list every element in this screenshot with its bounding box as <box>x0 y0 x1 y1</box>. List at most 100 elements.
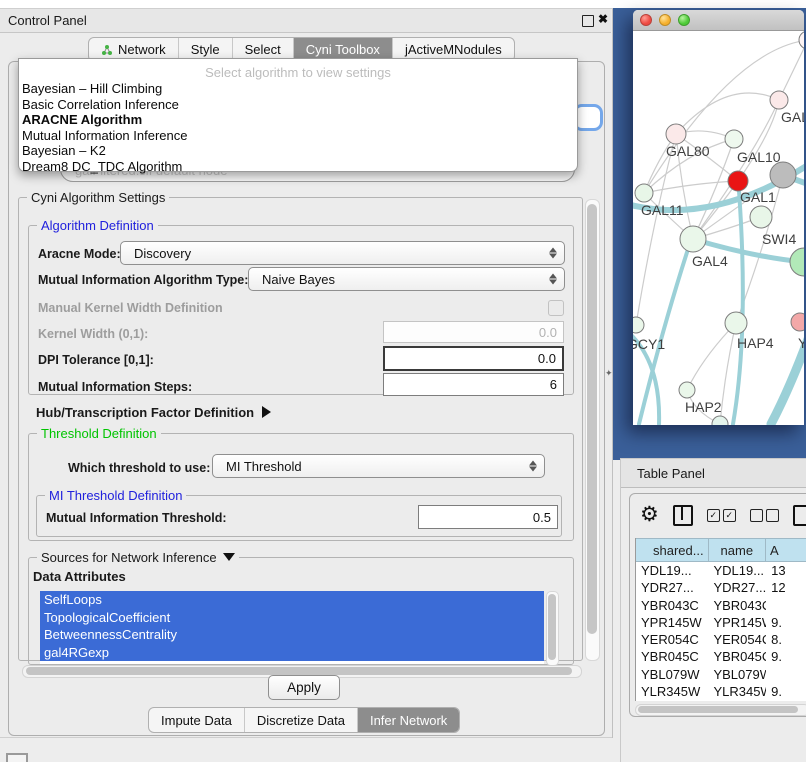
dropdown-item[interactable]: ARACNE Algorithm <box>19 112 577 128</box>
bottom-tab-infer-network[interactable]: Infer Network <box>358 708 459 732</box>
bottom-tab-discretize-data[interactable]: Discretize Data <box>245 708 358 732</box>
settings-vscroll-thumb[interactable] <box>587 204 597 634</box>
hub-definition-toggle[interactable]: Hub/Transcription Factor Definition <box>36 405 271 420</box>
float-window-icon[interactable] <box>582 15 594 27</box>
table-row[interactable]: YBL079WYBL079W <box>636 666 806 683</box>
table-row[interactable]: YER054CYER054C8. <box>636 631 806 648</box>
table-cell[interactable]: YLR345W <box>636 683 708 700</box>
node-pink-top[interactable] <box>770 91 788 109</box>
dropdown-item[interactable]: Basic Correlation Inference <box>19 97 577 113</box>
attributes-scroll-thumb[interactable] <box>548 594 556 660</box>
table-cell[interactable]: 9. <box>766 683 806 700</box>
node-big-green[interactable] <box>790 248 804 276</box>
settings-hscroll-thumb[interactable] <box>26 667 572 675</box>
network-window-titlebar[interactable] <box>633 10 804 31</box>
attributes-scrollbar[interactable] <box>546 591 559 666</box>
table-cell[interactable]: YIL052C <box>708 700 766 701</box>
gear-icon[interactable]: ⚙︎ <box>640 505 659 525</box>
data-attributes-list[interactable]: SelfLoopsTopologicalCoefficientBetweenne… <box>40 591 544 664</box>
bottom-tab-impute-data[interactable]: Impute Data <box>149 708 245 732</box>
mi-steps-field[interactable]: 6 <box>383 373 564 396</box>
table-hscroll-thumb[interactable] <box>638 706 798 713</box>
node-pink-y[interactable] <box>791 313 804 331</box>
table-cell[interactable]: YIL052C <box>636 700 708 701</box>
table-cell[interactable]: 12 <box>766 579 806 596</box>
node-gcy1[interactable] <box>633 317 644 333</box>
table-row[interactable]: YBR045CYBR045C9. <box>636 648 806 665</box>
node-red[interactable] <box>728 171 748 191</box>
mi-threshold-field[interactable]: 0.5 <box>418 505 558 529</box>
table-cell[interactable]: YDR27... <box>636 579 708 596</box>
network-edge[interactable] <box>644 181 738 193</box>
table-row[interactable]: YIL052CYIL052C9 <box>636 700 806 701</box>
table-row[interactable]: YDR27...YDR27...12 <box>636 579 806 596</box>
select-all-icon[interactable]: ✓✓ <box>707 509 736 522</box>
deselect-all-icon[interactable] <box>750 509 779 522</box>
settings-vertical-scrollbar[interactable] <box>585 199 600 661</box>
table-cell[interactable]: YBR045C <box>636 648 708 665</box>
which-threshold-combo[interactable]: MI Threshold <box>212 454 545 478</box>
network-edge[interactable] <box>636 134 676 325</box>
table-header-cell[interactable]: name <box>709 538 766 562</box>
close-icon[interactable]: ✖ <box>598 12 608 26</box>
table-cell[interactable]: YPR145W <box>636 614 708 631</box>
node-hap2[interactable] <box>679 382 695 398</box>
node-gal80[interactable] <box>666 124 686 144</box>
table-cell[interactable]: YBR043C <box>708 597 766 614</box>
table-cell[interactable]: YDL19... <box>708 562 766 579</box>
mi-type-combo[interactable]: Naive Bayes <box>248 267 565 291</box>
node-bottom[interactable] <box>712 416 728 425</box>
dropdown-item[interactable]: Dream8 DC_TDC Algorithm <box>19 159 577 175</box>
table-header-cell[interactable]: A <box>766 538 806 562</box>
node-gal10[interactable] <box>725 130 743 148</box>
minimized-panel-icon[interactable] <box>6 753 28 762</box>
network-edge[interactable] <box>676 93 779 134</box>
page-icon[interactable] <box>793 505 806 526</box>
table-cell[interactable]: YER054C <box>708 631 766 648</box>
close-traffic-light-icon[interactable] <box>640 14 652 26</box>
sources-title[interactable]: Sources for Network Inference <box>37 550 239 565</box>
table-cell[interactable]: 9. <box>766 648 806 665</box>
network-edge[interactable] <box>779 40 804 100</box>
node-hap4[interactable] <box>725 312 747 334</box>
attribute-list-item[interactable]: BetweennessCentrality <box>40 626 544 644</box>
table-cell[interactable]: YER054C <box>636 631 708 648</box>
network-window[interactable]: GAL80GAL10GALGAL1GAL11SWI4GAL4GCY1HAP4YH… <box>633 10 804 425</box>
attribute-list-item[interactable]: SelfLoops <box>40 591 544 609</box>
table-cell[interactable]: YBL079W <box>636 666 708 683</box>
table-cell[interactable]: YDR27... <box>708 579 766 596</box>
node-gray[interactable] <box>770 162 796 188</box>
control-panel-titlebar[interactable]: Control Panel ✖ <box>0 9 611 33</box>
attribute-list-item[interactable]: gal4RGexp <box>40 644 544 662</box>
node-top-right[interactable] <box>799 31 804 49</box>
table-cell[interactable]: YLR345W <box>708 683 766 700</box>
table-cell[interactable]: 9. <box>766 614 806 631</box>
kernel-width-field[interactable]: 0.0 <box>383 321 564 343</box>
node-gal11[interactable] <box>635 184 653 202</box>
table-horizontal-scrollbar[interactable] <box>635 704 806 716</box>
table-row[interactable]: YPR145WYPR145W9. <box>636 614 806 631</box>
network-canvas[interactable]: GAL80GAL10GALGAL1GAL11SWI4GAL4GCY1HAP4YH… <box>633 31 804 425</box>
table-cell[interactable]: 8. <box>766 631 806 648</box>
table-row[interactable]: YDL19...YDL19...13 <box>636 562 806 579</box>
dpi-tolerance-field[interactable]: 0.0 <box>383 346 564 371</box>
table-cell[interactable]: YBL079W <box>708 666 766 683</box>
manual-kernel-checkbox[interactable] <box>548 300 564 316</box>
zoom-traffic-light-icon[interactable] <box>678 14 690 26</box>
columns-icon[interactable] <box>673 505 693 526</box>
minimize-traffic-light-icon[interactable] <box>659 14 671 26</box>
table-cell[interactable] <box>766 666 806 683</box>
table-cell[interactable] <box>766 597 806 614</box>
table-cell[interactable]: YDL19... <box>636 562 708 579</box>
dropdown-item[interactable]: Bayesian – K2 <box>19 143 577 159</box>
aracne-mode-combo[interactable]: Discovery <box>120 241 565 265</box>
dropdown-item[interactable]: Mutual Information Inference <box>19 128 577 144</box>
attribute-table[interactable]: shared...nameAYDL19...YDL19...13YDR27...… <box>635 538 806 701</box>
node-gal1[interactable] <box>750 206 772 228</box>
table-cell[interactable]: YBR045C <box>708 648 766 665</box>
table-cell[interactable]: 13 <box>766 562 806 579</box>
table-header-cell[interactable]: shared... <box>636 538 709 562</box>
apply-button[interactable]: Apply <box>268 675 340 700</box>
table-cell[interactable]: 9 <box>766 700 806 701</box>
table-row[interactable]: YLR345WYLR345W9. <box>636 683 806 700</box>
